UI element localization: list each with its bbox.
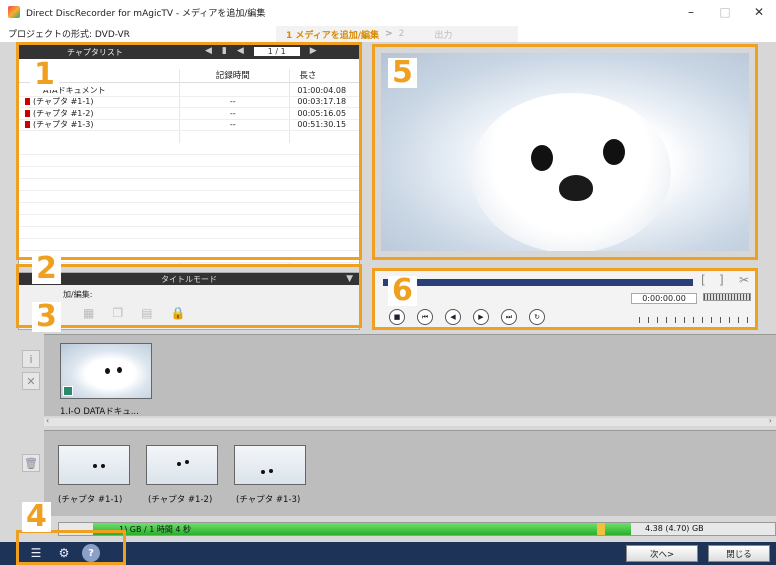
trash-icon[interactable]: 🗑: [22, 454, 40, 472]
scroll-right-icon[interactable]: ›: [769, 416, 772, 425]
seal-eye: [185, 460, 189, 464]
menu-row: プロジェクトの形式: DVD-VR 1 メディアを追加/編集 > 2 出力: [0, 24, 776, 42]
window-titlebar: Direct DiscRecorder for mAgicTV - メディアを追…: [0, 0, 776, 24]
chapter-strip: (チャプタ #1-1) (チャプタ #1-2) (チャプタ #1-3): [44, 430, 776, 516]
seal-eye: [531, 145, 553, 171]
title-badge-icon: [63, 386, 73, 396]
next-button[interactable]: 次へ>: [626, 545, 698, 562]
chapter-label: (チャプタ #1-3): [236, 495, 301, 505]
stop-icon[interactable]: ■: [389, 309, 405, 325]
window-title: Direct DiscRecorder for mAgicTV - メディアを追…: [26, 8, 266, 19]
seal-eye: [603, 139, 625, 165]
callout-box-1: [16, 42, 362, 260]
chapter-thumbnail[interactable]: [58, 445, 130, 485]
wizard-steps: 1 メディアを追加/編集 > 2 出力: [276, 26, 518, 42]
cut-icon[interactable]: ✂: [739, 273, 749, 287]
minimize-button[interactable]: –: [674, 0, 708, 24]
scroll-left-icon[interactable]: ‹: [46, 416, 49, 425]
callout-number-6: 6: [388, 276, 417, 306]
zoom-ticks: [639, 317, 753, 323]
callout-box-4: [16, 530, 126, 565]
disc-capacity-bar: 1) GB / 1 時間 4 秒 4.38 (4.70) GB: [58, 522, 776, 536]
step-output[interactable]: 出力: [434, 28, 452, 41]
callout-number-1: 1: [30, 60, 59, 90]
mark-in-icon[interactable]: [: [701, 273, 706, 287]
seal-eye: [101, 464, 105, 468]
delete-x-icon[interactable]: ✕: [22, 372, 40, 390]
seal-eye: [177, 462, 181, 466]
skip-end-icon[interactable]: ⏭: [501, 309, 517, 325]
project-format-label: プロジェクトの形式: DVD-VR: [8, 29, 130, 40]
seal-figure: [471, 93, 671, 251]
title-strip: 1.I-O DATAドキュ...: [44, 334, 776, 417]
seal-nose: [559, 175, 593, 201]
transport-buttons: ■ ⏮ ◀ ▶ ⏭ ↻: [389, 309, 545, 325]
seal-eye: [269, 469, 273, 473]
step-add-edit[interactable]: 1 メディアを追加/編集: [286, 28, 379, 41]
mark-out-icon[interactable]: ]: [719, 273, 724, 287]
preview-image: [381, 53, 749, 251]
callout-number-3: 3: [32, 302, 61, 332]
zoom-slider[interactable]: [703, 293, 751, 301]
capacity-used-text: 1) GB / 1 時間 4 秒: [119, 525, 192, 534]
seal-eye: [105, 368, 110, 374]
timecode-field[interactable]: 0:00:00.00: [631, 293, 697, 304]
window-controls: – □ ✕: [674, 0, 776, 24]
step-forward-icon[interactable]: ▶: [473, 309, 489, 325]
title-label: 1.I-O DATAドキュ...: [60, 407, 139, 417]
callout-number-2: 2: [32, 254, 61, 284]
app-icon: [8, 6, 20, 18]
callout-box-2-3: [16, 264, 362, 328]
step-2-number: 2: [398, 29, 405, 39]
maximize-button[interactable]: □: [708, 0, 742, 24]
seal-eye: [261, 470, 265, 474]
callout-number-5: 5: [388, 58, 417, 88]
chapter-label: (チャプタ #1-1): [58, 495, 123, 505]
step-back-icon[interactable]: ◀: [445, 309, 461, 325]
capacity-total-text: 4.38 (4.70) GB: [645, 524, 704, 533]
seal-eye: [117, 367, 122, 373]
title-strip-scrollbar[interactable]: ‹ ›: [44, 416, 776, 426]
chapter-thumbnail[interactable]: [146, 445, 218, 485]
title-thumbnail[interactable]: [60, 343, 152, 399]
step-arrow: >: [385, 29, 393, 39]
capacity-limit-marker: [597, 523, 605, 535]
chapter-thumbnail[interactable]: [234, 445, 306, 485]
seek-bar[interactable]: [383, 279, 693, 286]
chapter-label: (チャプタ #1-2): [148, 495, 213, 505]
info-icon[interactable]: i: [22, 350, 40, 368]
callout-number-4: 4: [22, 502, 51, 532]
sidebar-tools: i ✕ 🗑: [22, 350, 40, 476]
close-button[interactable]: 閉じる: [708, 545, 770, 562]
video-preview: [372, 44, 758, 260]
seal-eye: [93, 464, 97, 468]
repeat-icon[interactable]: ↻: [529, 309, 545, 325]
skip-start-icon[interactable]: ⏮: [417, 309, 433, 325]
close-window-button[interactable]: ✕: [742, 0, 776, 24]
playback-controls: [ ] ✂ 0:00:00.00 ■ ⏮ ◀ ▶ ⏭ ↻: [372, 268, 758, 330]
